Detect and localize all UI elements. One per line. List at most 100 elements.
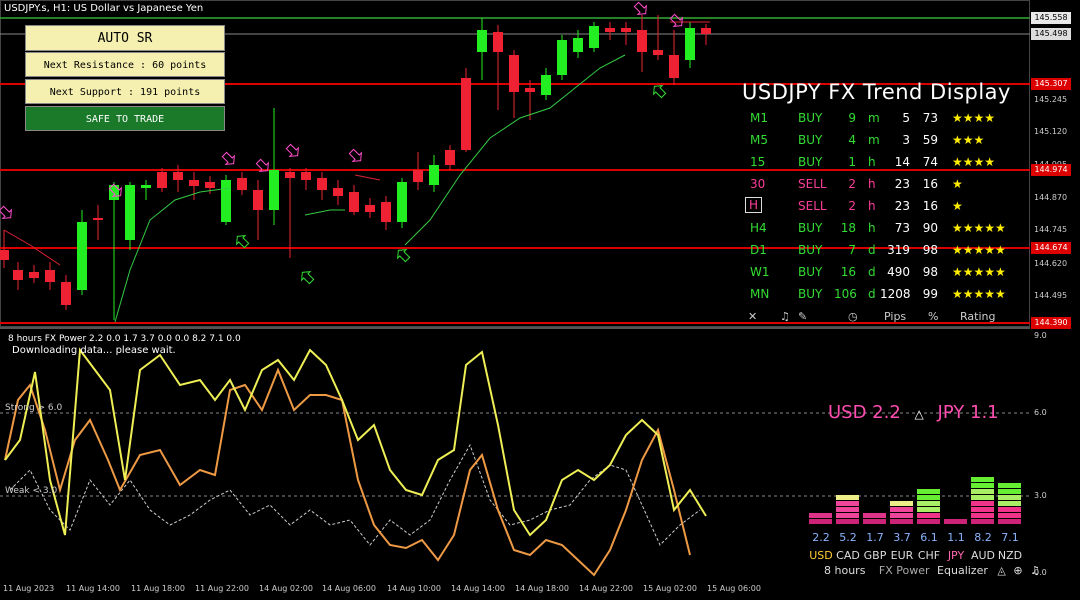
pen-icon[interactable]: ✎ xyxy=(798,310,807,323)
equalizer-segment xyxy=(998,489,1021,494)
trend-pips: 5 xyxy=(902,111,910,125)
trend-pips: 490 xyxy=(887,265,910,279)
bull-candle xyxy=(269,170,279,210)
trend-pips: 1208 xyxy=(880,287,911,301)
time-axis-label: 15 Aug 06:00 xyxy=(707,584,761,593)
buy-trend-line xyxy=(304,209,345,216)
price-level-tag: 144.390 xyxy=(1031,317,1071,329)
bear-candle xyxy=(317,178,327,190)
arrow-shape xyxy=(285,143,299,157)
equalizer-segment xyxy=(998,507,1021,512)
trend-pips: 14 xyxy=(894,155,910,169)
bear-candle xyxy=(61,282,71,305)
trend-pips: 3 xyxy=(902,133,910,147)
equalizer-currency[interactable]: JPY xyxy=(943,549,969,562)
equalizer-segment xyxy=(809,513,832,518)
equalizer-segment xyxy=(917,495,940,500)
quote-strength: JPY 1.1 xyxy=(937,402,999,423)
music-icon[interactable]: ♫ xyxy=(1030,564,1040,577)
fx-power-quote-line xyxy=(4,367,691,577)
trend-pips: 23 xyxy=(894,199,910,213)
bull-candle xyxy=(397,182,407,222)
equalizer-currency[interactable]: CAD xyxy=(835,549,861,562)
trend-signal: BUY xyxy=(798,287,823,301)
equalizer-currency[interactable]: USD xyxy=(808,549,834,562)
equalizer-segment xyxy=(998,483,1021,488)
trend-duration-unit: d xyxy=(868,287,876,301)
trend-rating-stars: ★ xyxy=(952,199,963,213)
bull-candle xyxy=(573,38,583,52)
trend-percent: 16 xyxy=(922,199,938,213)
equalizer-segment xyxy=(971,513,994,518)
trend-percent: 98 xyxy=(922,243,938,257)
bear-candle xyxy=(669,55,679,78)
equalizer-currency[interactable]: NZD xyxy=(997,549,1023,562)
trend-signal: BUY xyxy=(798,111,823,125)
trend-rating-stars: ★★★★ xyxy=(952,155,996,169)
trend-display-footer: ✕ ♫ ✎ ◷ Pips % Rating xyxy=(742,310,1022,324)
indicator-title: 8 hours FX Power 2.2 0.0 1.7 3.7 0.0 0.0… xyxy=(8,334,241,344)
equalizer-segment xyxy=(971,519,994,524)
settings-icon[interactable]: ◬ xyxy=(997,564,1005,577)
trend-duration-unit: m xyxy=(868,133,880,147)
time-axis-label: 14 Aug 18:00 xyxy=(515,584,569,593)
trend-duration-value: 1 xyxy=(848,155,856,169)
sell-arrow-icon xyxy=(633,1,647,15)
trend-timeframe: D1 xyxy=(750,243,767,257)
crosshair-icon[interactable]: ⊕ xyxy=(1013,564,1022,577)
bull-candle xyxy=(141,185,151,188)
equalizer-segment xyxy=(944,519,967,524)
trend-display-title: USDJPY FX Trend Display xyxy=(742,80,1011,104)
bear-candle xyxy=(205,182,215,188)
trend-percent: 73 xyxy=(922,111,938,125)
pair-strength: USD 2.2 △ JPY 1.1 xyxy=(828,402,999,423)
auto-sr-button[interactable]: AUTO SR xyxy=(25,25,225,51)
equalizer-segment xyxy=(890,507,913,512)
equalizer-value: 3.7 xyxy=(893,531,911,544)
indicator-y-label: 9.0 xyxy=(1034,331,1047,340)
bear-candle xyxy=(29,272,39,278)
bear-candle xyxy=(93,218,103,220)
time-axis-label: 11 Aug 18:00 xyxy=(131,584,185,593)
time-axis-label: 11 Aug 14:00 xyxy=(66,584,120,593)
equalizer-currency[interactable]: GBP xyxy=(862,549,888,562)
bear-candle xyxy=(381,202,391,222)
trend-signal: BUY xyxy=(798,243,823,257)
arrow-shape xyxy=(633,1,647,15)
bear-candle xyxy=(237,178,247,190)
bear-candle xyxy=(701,28,711,34)
time-axis-label: 14 Aug 02:00 xyxy=(259,584,313,593)
indicator-y-label: 3.0 xyxy=(1034,491,1047,500)
bear-candle xyxy=(653,50,663,55)
trend-duration-value: 16 xyxy=(840,265,856,279)
equalizer-segment xyxy=(809,519,832,524)
equalizer-segment xyxy=(890,501,913,506)
equalizer-currency[interactable]: AUD xyxy=(970,549,996,562)
bear-candle xyxy=(301,172,311,180)
price-axis-label: 145.120 xyxy=(1034,127,1068,136)
mode-label[interactable]: Equalizer xyxy=(937,564,988,577)
trend-signal: BUY xyxy=(798,221,823,235)
equalizer-value: 5.2 xyxy=(839,531,857,544)
trend-rating-stars: ★★★★★ xyxy=(952,265,1006,279)
close-icon[interactable]: ✕ xyxy=(748,310,757,323)
trend-percent: 16 xyxy=(922,177,938,191)
bear-candle xyxy=(637,30,647,52)
percent-header: % xyxy=(928,310,939,323)
sound-icon[interactable]: ♫ xyxy=(780,310,790,323)
indicator-name: FX Power xyxy=(878,564,930,577)
trend-timeframe: MN xyxy=(750,287,770,301)
time-axis-label: 15 Aug 02:00 xyxy=(643,584,697,593)
equalizer-value: 6.1 xyxy=(920,531,938,544)
trade-status-badge: SAFE TO TRADE xyxy=(25,106,225,131)
bear-candle xyxy=(157,172,167,188)
equalizer-currency[interactable]: CHF xyxy=(916,549,942,562)
equalizer-currency[interactable]: EUR xyxy=(889,549,915,562)
bear-candle xyxy=(365,205,375,212)
time-axis-label: 11 Aug 22:00 xyxy=(195,584,249,593)
pane-separator[interactable] xyxy=(0,327,1030,329)
trend-duration-unit: h xyxy=(868,221,876,235)
sell-arrow-icon xyxy=(285,143,299,157)
period-label[interactable]: 8 hours xyxy=(824,564,865,577)
trend-percent: 99 xyxy=(922,287,938,301)
